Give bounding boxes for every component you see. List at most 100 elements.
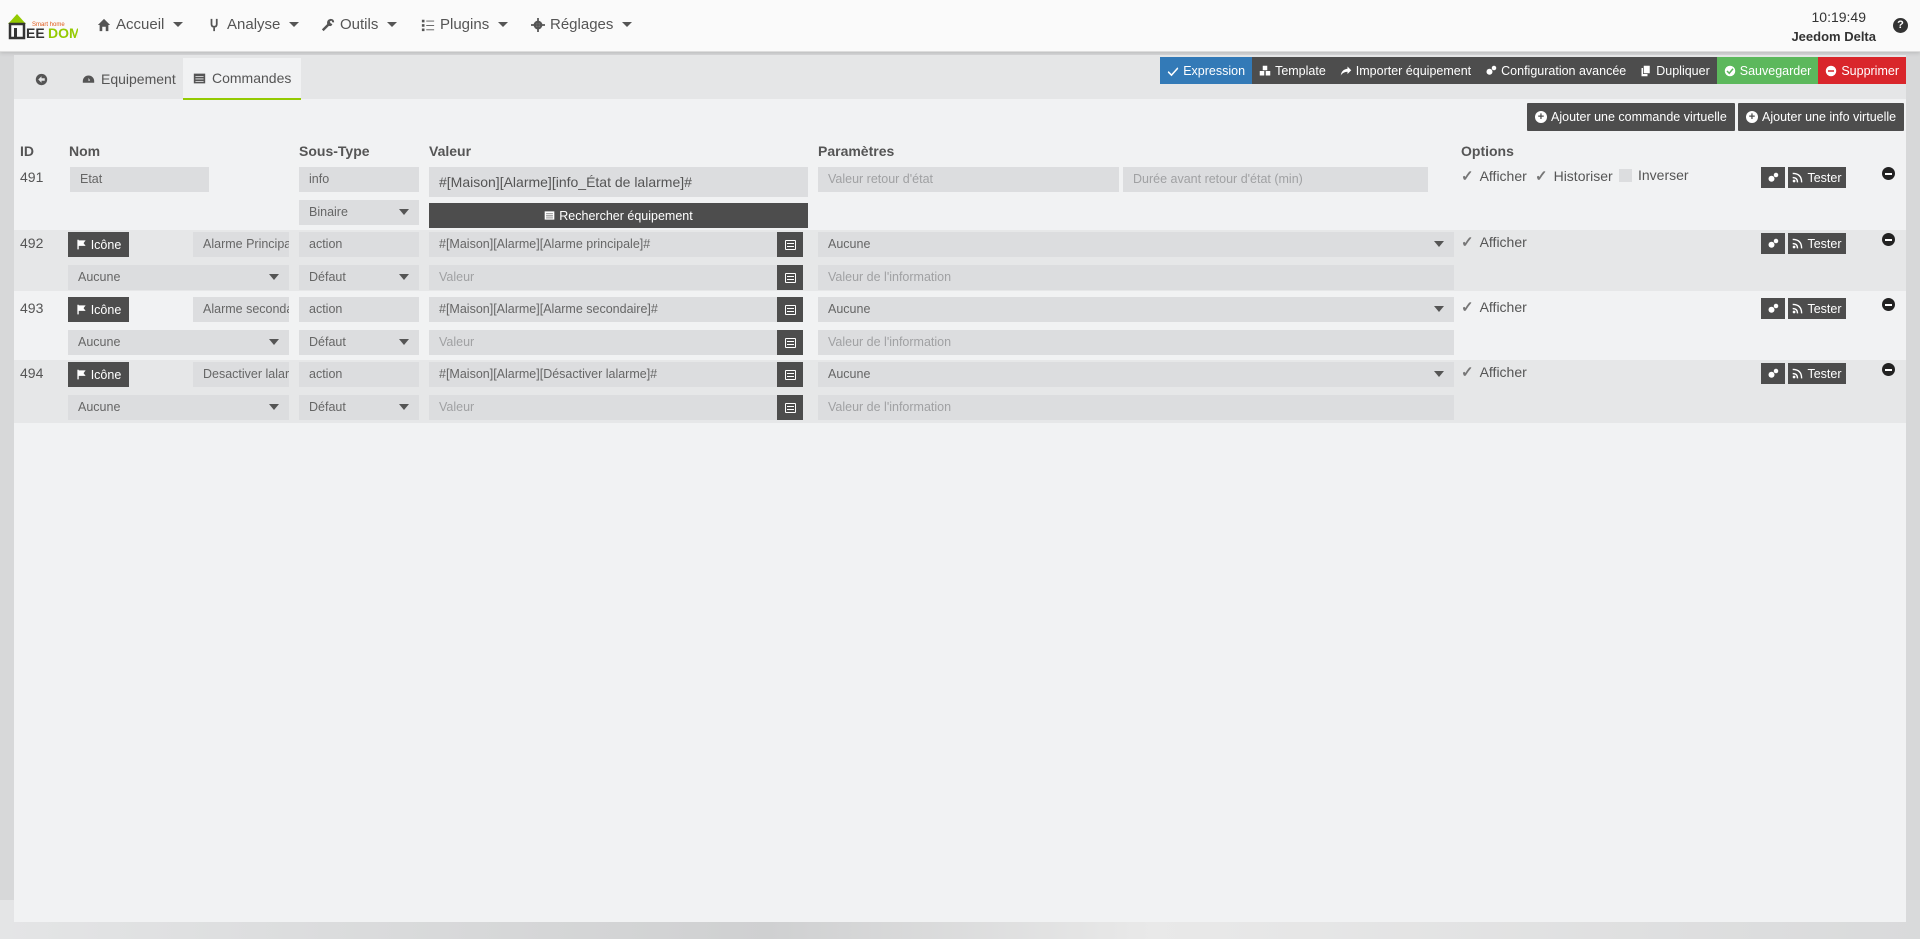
remove-row-icon[interactable]	[1882, 363, 1895, 376]
list-icon	[784, 272, 796, 283]
afficher-checkbox[interactable]: ✓ Afficher	[1461, 363, 1527, 381]
duree-retour-input[interactable]: Durée avant retour d'état (min)	[1123, 167, 1428, 192]
template-label: Template	[1275, 63, 1326, 78]
tabs-bar: Equipement Commandes Expression Template…	[14, 55, 1906, 100]
remove-row-icon[interactable]	[1882, 167, 1895, 180]
list-select-button[interactable]	[777, 232, 803, 257]
dupliquer-label: Dupliquer	[1656, 63, 1710, 78]
list-icon	[784, 402, 796, 413]
historiser-checkbox[interactable]: ✓ Historiser	[1535, 167, 1613, 185]
configure-button[interactable]	[1761, 233, 1785, 254]
jeedom-logo[interactable]: EE DOM Smart home	[6, 10, 81, 42]
menu-reglages[interactable]: Réglages	[531, 16, 633, 33]
add-commande-virtuelle-button[interactable]: + Ajouter une commande virtuelle	[1527, 103, 1735, 131]
cmd-name-input[interactable]: Alarme Principale	[193, 232, 289, 257]
generic-type-select[interactable]: Aucune	[68, 330, 289, 355]
check-icon: ✓	[1461, 234, 1474, 251]
list-select-button[interactable]	[777, 265, 803, 290]
cmd-value-textarea[interactable]: #[Maison][Alarme][info_État de lalarme]#	[429, 167, 808, 197]
value-input[interactable]: Valeur	[429, 395, 779, 420]
inverser-checkbox[interactable]: Inverser	[1619, 167, 1689, 183]
afficher-label: Afficher	[1479, 364, 1527, 380]
cmd-name-input[interactable]: Alarme secondaire	[193, 297, 289, 322]
tester-button[interactable]: Tester	[1788, 298, 1846, 319]
menu-plugins[interactable]: Plugins	[421, 16, 509, 33]
param-select[interactable]: Aucune	[818, 232, 1454, 257]
configure-button[interactable]	[1761, 298, 1785, 319]
icone-button[interactable]: Icône	[68, 297, 129, 322]
param-select[interactable]: Aucune	[818, 297, 1454, 322]
expression-button[interactable]: Expression	[1160, 57, 1253, 84]
config-avancee-button[interactable]: Configuration avancée	[1478, 57, 1634, 84]
rss-icon	[1793, 172, 1803, 183]
rechercher-label: Rechercher équipement	[559, 208, 693, 223]
icone-label: Icône	[90, 302, 122, 317]
icone-button[interactable]: Icône	[68, 362, 129, 387]
cmd-name-input[interactable]: Etat	[70, 167, 209, 192]
cmd-value-input[interactable]: #[Maison][Alarme][Alarme principale]#	[429, 232, 779, 257]
remove-row-icon[interactable]	[1882, 298, 1895, 311]
header-valeur: Valeur	[429, 143, 472, 159]
tester-button[interactable]: Tester	[1788, 363, 1846, 384]
generic-type-select[interactable]: Aucune	[68, 395, 289, 420]
menu-outils[interactable]: Outils	[321, 16, 398, 33]
generic-type-select[interactable]: Aucune	[68, 265, 289, 290]
afficher-checkbox[interactable]: ✓ Afficher	[1461, 233, 1527, 251]
remove-row-icon[interactable]	[1882, 233, 1895, 246]
cmd-subtype-select[interactable]: Défaut	[299, 265, 419, 290]
stethoscope-icon	[210, 18, 218, 31]
valeur-information-input[interactable]: Valeur de l'information	[818, 330, 1454, 355]
param-select[interactable]: Aucune	[818, 362, 1454, 387]
valeur-information-input[interactable]: Valeur de l'information	[818, 395, 1454, 420]
tester-button[interactable]: Tester	[1788, 167, 1846, 188]
cmd-type-input[interactable]: action	[299, 232, 419, 257]
configure-button[interactable]	[1761, 363, 1785, 384]
cmd-type-input[interactable]: info	[299, 167, 419, 192]
menu-analyse-label: Analyse	[227, 16, 281, 33]
menu-accueil[interactable]: Accueil	[97, 16, 184, 33]
cmd-subtype-select[interactable]: Défaut	[299, 395, 419, 420]
sauvegarder-button[interactable]: Sauvegarder	[1716, 57, 1819, 84]
supprimer-button[interactable]: Supprimer	[1818, 57, 1906, 84]
caret-down-icon	[173, 22, 184, 27]
tester-button[interactable]: Tester	[1788, 233, 1846, 254]
table-row: 493 Icône Alarme secondaire Aucune actio…	[14, 295, 1906, 356]
dupliquer-button[interactable]: Dupliquer	[1633, 57, 1717, 84]
tab-equipement[interactable]: Equipement	[72, 58, 186, 100]
afficher-checkbox[interactable]: ✓ Afficher	[1461, 298, 1527, 316]
list-select-button[interactable]	[777, 362, 803, 387]
help-icon[interactable]: ?	[1893, 18, 1908, 33]
list-select-button[interactable]	[777, 297, 803, 322]
icone-button[interactable]: Icône	[68, 232, 129, 257]
valeur-information-input[interactable]: Valeur de l'information	[818, 265, 1454, 290]
retour-etat-input[interactable]: Valeur retour d'état	[818, 167, 1119, 192]
cmd-subtype-select[interactable]: Binaire	[299, 200, 419, 225]
value-input[interactable]: Valeur	[429, 330, 779, 355]
plus-circle-icon: +	[1535, 111, 1547, 123]
tester-label: Tester	[1807, 236, 1842, 251]
rechercher-equipement-button[interactable]: Rechercher équipement	[429, 203, 808, 228]
check-circle-icon	[1724, 65, 1735, 76]
list-select-button[interactable]	[777, 330, 803, 355]
tab-back[interactable]	[22, 58, 60, 100]
list-alt-icon	[544, 211, 555, 220]
cmd-value-input[interactable]: #[Maison][Alarme][Alarme secondaire]#	[429, 297, 779, 322]
cmd-type-input[interactable]: action	[299, 362, 419, 387]
add-info-virtuelle-button[interactable]: + Ajouter une info virtuelle	[1738, 103, 1905, 131]
afficher-checkbox[interactable]: ✓ Afficher	[1461, 167, 1527, 185]
template-button[interactable]: Template	[1252, 57, 1333, 84]
system-name[interactable]: Jeedom Delta	[1791, 29, 1876, 44]
check-icon: ✓	[1461, 299, 1474, 316]
cmd-type-input[interactable]: action	[299, 297, 419, 322]
value-input[interactable]: Valeur	[429, 265, 779, 290]
cmd-value-input[interactable]: #[Maison][Alarme][Désactiver lalarme]#	[429, 362, 779, 387]
tab-commandes[interactable]: Commandes	[183, 58, 302, 100]
cmd-subtype-select[interactable]: Défaut	[299, 330, 419, 355]
configure-button[interactable]	[1761, 167, 1785, 188]
menu-analyse[interactable]: Analyse	[208, 16, 300, 33]
check-icon	[1167, 66, 1179, 76]
cogs-icon	[1768, 238, 1779, 248]
list-select-button[interactable]	[777, 395, 803, 420]
importer-button[interactable]: Importer équipement	[1332, 57, 1479, 84]
cmd-name-input[interactable]: Desactiver lalarme	[193, 362, 289, 387]
